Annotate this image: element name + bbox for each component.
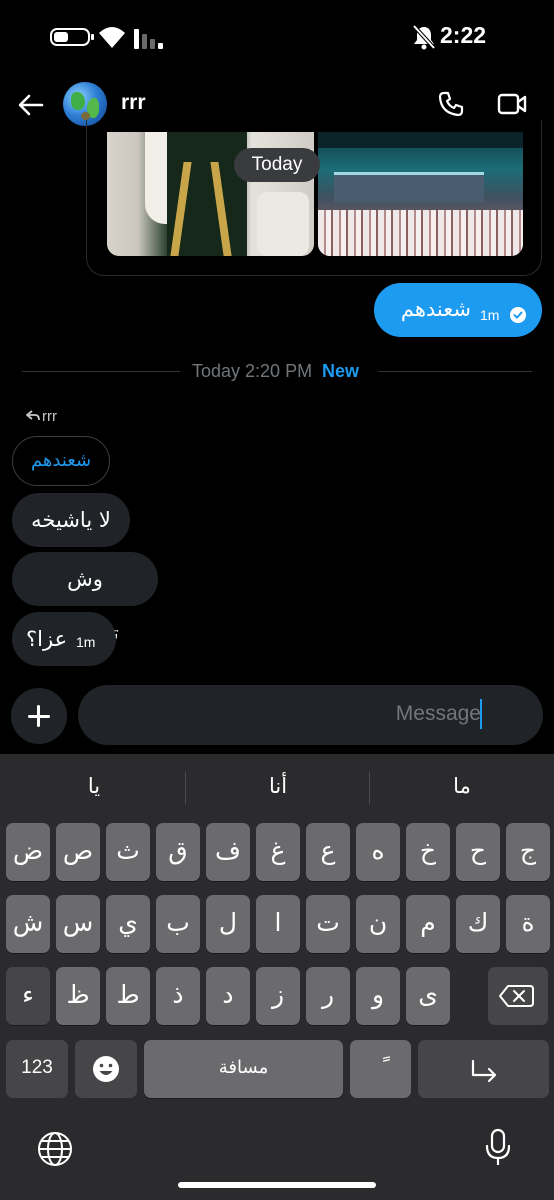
battery-icon: [50, 28, 94, 46]
emoji-icon: [93, 1056, 119, 1082]
key[interactable]: ك: [456, 895, 500, 953]
key[interactable]: ث: [106, 823, 150, 881]
key[interactable]: ط: [106, 967, 150, 1025]
message-placeholder: Message: [395, 702, 481, 725]
key[interactable]: ر: [306, 967, 350, 1025]
globe-icon[interactable]: [36, 1130, 74, 1168]
key[interactable]: د: [206, 967, 250, 1025]
key[interactable]: ب: [156, 895, 200, 953]
phone-icon[interactable]: [437, 90, 465, 118]
key[interactable]: ه: [356, 823, 400, 881]
bell-muted-icon: [412, 24, 436, 50]
sent-check-icon: [510, 307, 526, 323]
received-message[interactable]: وش تشوفين: [12, 552, 158, 645]
key[interactable]: ق: [156, 823, 200, 881]
key[interactable]: ة: [506, 895, 550, 953]
divider-line: [22, 371, 180, 372]
reply-to-name: rrr: [42, 408, 57, 425]
image-message[interactable]: [86, 120, 542, 276]
received-message-text: عزا؟: [26, 627, 68, 651]
suggestion-item[interactable]: يا: [2, 774, 186, 798]
key[interactable]: ي: [106, 895, 150, 953]
keyboard: يا أنا ما ض ص ث ق ف غ ع ه خ ح ج ش س ي ب …: [0, 754, 554, 1200]
key[interactable]: ذ: [156, 967, 200, 1025]
contact-name[interactable]: rrr: [121, 91, 146, 115]
diacritic-key[interactable]: ً: [350, 1040, 411, 1098]
key[interactable]: ص: [56, 823, 100, 881]
received-message[interactable]: لا ياشيخه: [12, 493, 130, 547]
space-key[interactable]: مسافة: [144, 1040, 343, 1098]
key[interactable]: خ: [406, 823, 450, 881]
key[interactable]: ء: [6, 967, 50, 1025]
divider-timestamp: Today 2:20 PM: [192, 361, 313, 381]
key[interactable]: ج: [506, 823, 550, 881]
numbers-key[interactable]: 123: [6, 1040, 68, 1098]
suggestion-item[interactable]: ما: [370, 774, 554, 798]
key[interactable]: ظ: [56, 967, 100, 1025]
date-chip: Today: [234, 148, 320, 182]
message-input[interactable]: Message: [78, 685, 543, 745]
received-message[interactable]: عزا؟ 1m: [12, 612, 116, 666]
new-messages-label: New: [322, 361, 360, 381]
key[interactable]: ت: [306, 895, 350, 953]
key[interactable]: و: [356, 967, 400, 1025]
delete-key[interactable]: [488, 967, 548, 1025]
reply-icon: [26, 410, 40, 421]
delete-icon: [499, 985, 534, 1007]
key[interactable]: غ: [256, 823, 300, 881]
sent-message-time: 1m: [480, 307, 500, 323]
key[interactable]: ح: [456, 823, 500, 881]
text-caret: [480, 699, 482, 729]
key[interactable]: ن: [356, 895, 400, 953]
suggestion-item[interactable]: أنا: [186, 774, 370, 798]
key[interactable]: ش: [6, 895, 50, 953]
key[interactable]: ض: [6, 823, 50, 881]
received-message-time: 1m: [76, 634, 96, 650]
status-bar: 2:22: [0, 0, 554, 76]
key[interactable]: ا: [256, 895, 300, 953]
video-icon[interactable]: [497, 92, 527, 116]
key[interactable]: ل: [206, 895, 250, 953]
return-icon: [471, 1059, 497, 1083]
emoji-key[interactable]: [75, 1040, 137, 1098]
signal-icon: [134, 29, 163, 49]
key[interactable]: ف: [206, 823, 250, 881]
key[interactable]: ز: [256, 967, 300, 1025]
key[interactable]: ع: [306, 823, 350, 881]
status-time: 2:22: [440, 22, 487, 48]
sent-message-bubble[interactable]: 1m شعندهم: [374, 283, 542, 337]
reply-indicator: rrr: [26, 408, 57, 425]
divider-line: [378, 371, 532, 372]
sent-message-text: شعندهم: [400, 297, 471, 321]
key[interactable]: س: [56, 895, 100, 953]
microphone-icon[interactable]: [484, 1128, 512, 1168]
photo-auditorium[interactable]: [318, 132, 523, 256]
home-indicator[interactable]: [178, 1182, 376, 1188]
quoted-message[interactable]: شعندهم: [12, 436, 110, 486]
plus-icon[interactable]: [11, 688, 67, 744]
return-key[interactable]: [418, 1040, 549, 1098]
wifi-icon: [99, 27, 125, 48]
key[interactable]: ى: [406, 967, 450, 1025]
key[interactable]: م: [406, 895, 450, 953]
back-arrow-icon[interactable]: [16, 90, 46, 120]
